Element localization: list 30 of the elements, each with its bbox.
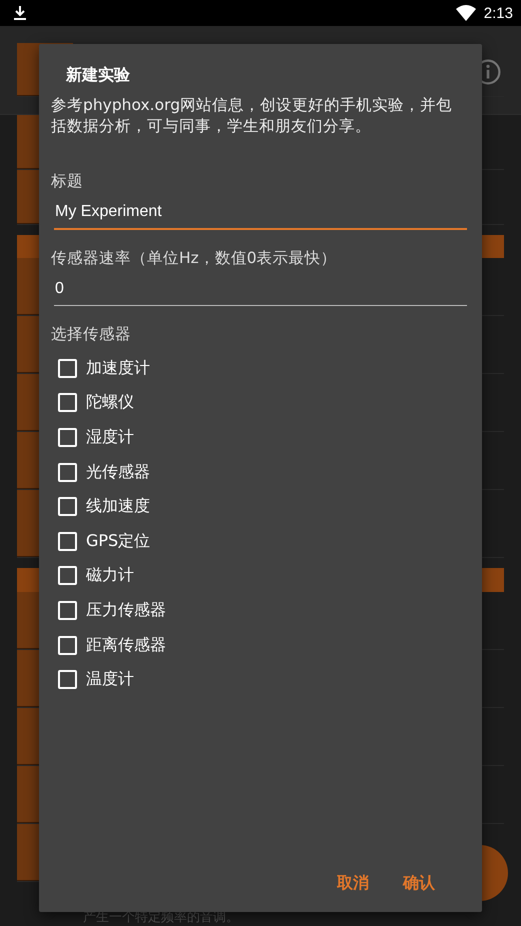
input-field[interactable]: My Experiment — [54, 200, 467, 230]
checkbox-label[interactable]: 加速度计 — [86, 358, 150, 379]
checkbox-label[interactable]: 磁力计 — [86, 565, 134, 586]
checkbox-label[interactable]: 光传感器 — [86, 462, 150, 483]
checkbox-label[interactable]: GPS定位 — [86, 530, 150, 552]
dialog-message: 参考phyphox.org网站信息，创设更好的手机实验，并包括数据分析，可与同事，学生和朋友们分享。 — [51, 95, 454, 137]
input-field[interactable]: 0 — [54, 277, 467, 306]
wifi-icon — [456, 5, 476, 21]
checkbox[interactable] — [58, 636, 77, 655]
checkbox-label[interactable]: 距离传感器 — [86, 634, 166, 656]
checkbox[interactable] — [58, 428, 77, 447]
checkbox[interactable] — [58, 462, 77, 482]
field-label: 传感器速率（单位Hz，数值0表示最快） — [51, 248, 338, 269]
checkbox[interactable] — [58, 532, 77, 551]
download-icon — [13, 5, 27, 21]
checkbox[interactable] — [58, 393, 77, 412]
checkbox[interactable] — [58, 497, 77, 516]
checkbox[interactable] — [58, 566, 77, 586]
checkbox[interactable] — [58, 358, 77, 378]
field-label: 标题 — [51, 171, 84, 192]
sensors-label: 选择传感器 — [51, 324, 132, 345]
checkbox[interactable] — [58, 670, 77, 690]
checkbox-label[interactable]: 温度计 — [86, 669, 134, 690]
checkbox-label[interactable]: 湿度计 — [86, 426, 134, 448]
checkbox-label[interactable]: 压力传感器 — [86, 600, 166, 621]
status-time: 2:13 — [484, 4, 513, 22]
dialog-title: 新建实验 — [66, 64, 131, 86]
checkbox[interactable] — [58, 600, 77, 620]
checkbox-label[interactable]: 陀螺仪 — [86, 392, 134, 414]
checkbox-label[interactable]: 线加速度 — [86, 496, 150, 518]
